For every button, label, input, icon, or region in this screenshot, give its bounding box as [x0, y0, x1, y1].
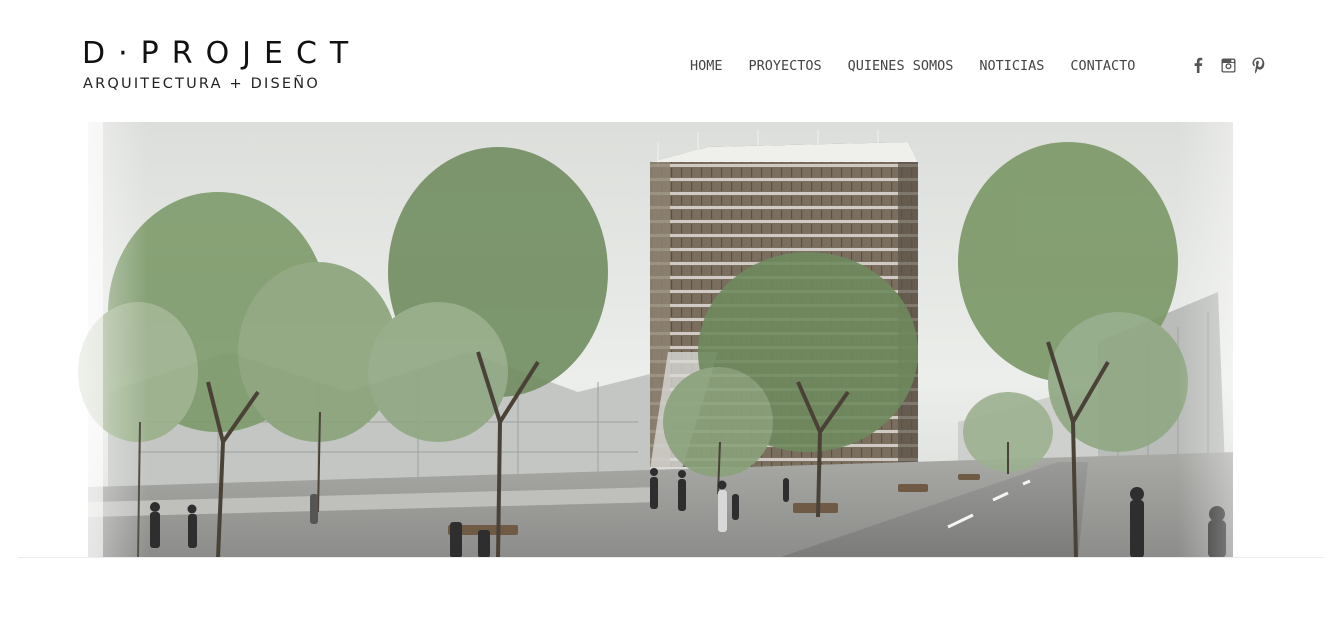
facebook-icon[interactable] [1188, 55, 1208, 75]
hero-banner [18, 122, 1324, 558]
main-nav: HOME PROYECTOS QUIENES SOMOS NOTICIAS CO… [677, 56, 1148, 76]
nav-item-home[interactable]: HOME [677, 56, 736, 76]
instagram-icon[interactable] [1218, 55, 1238, 75]
hero-image [18, 122, 1324, 558]
pinterest-icon[interactable] [1248, 55, 1268, 75]
site-header: D·PROJECT ARQUITECTURA + DISEÑO HOME PRO… [0, 0, 1342, 122]
logo-tagline: ARQUITECTURA + DISEÑO [83, 76, 320, 92]
nav-item-proyectos[interactable]: PROYECTOS [736, 56, 835, 76]
hero-divider [18, 557, 1324, 558]
nav-item-noticias[interactable]: NOTICIAS [966, 56, 1057, 76]
brand-logo[interactable]: D·PROJECT ARQUITECTURA + DISEÑO [82, 38, 348, 98]
logo-wordmark: D·PROJECT [82, 36, 362, 71]
nav-item-contacto[interactable]: CONTACTO [1057, 56, 1148, 76]
social-links [1188, 55, 1278, 75]
nav-item-quienes-somos[interactable]: QUIENES SOMOS [835, 56, 967, 76]
